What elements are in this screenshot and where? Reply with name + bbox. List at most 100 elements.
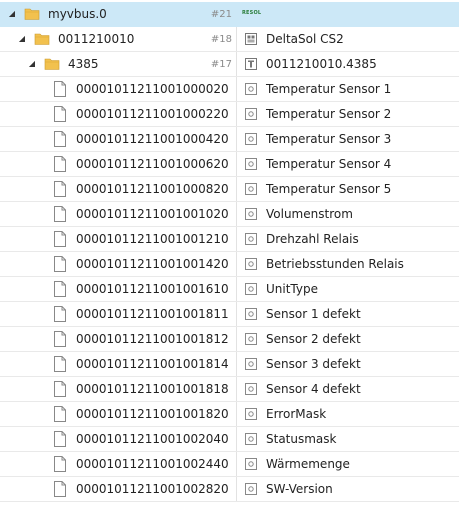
file-icon [54, 306, 66, 322]
state-label: Temperatur Sensor 2 [266, 107, 392, 121]
state-icon [245, 158, 257, 170]
column-divider [236, 352, 237, 376]
column-divider [236, 252, 237, 276]
tree-row-state[interactable]: 00001011211001000420 Temperatur Sensor 3 [0, 127, 459, 152]
tree-row-state[interactable]: 00001011211001001814 Sensor 3 defekt [0, 352, 459, 377]
column-divider [236, 327, 237, 351]
state-id: 00001011211001000020 [76, 82, 229, 96]
state-label: Wärmemenge [266, 457, 350, 471]
state-icon [245, 208, 257, 220]
file-icon [54, 256, 66, 272]
column-divider [236, 177, 237, 201]
tree-row-root[interactable]: ◢ myvbus.0 #21 RESOL [0, 2, 459, 27]
folder-icon [44, 58, 60, 70]
state-id: 00001011211001001020 [76, 207, 229, 221]
state-icon [245, 133, 257, 145]
triangle-down-icon[interactable]: ◢ [6, 7, 18, 21]
state-id: 00001011211001000220 [76, 107, 229, 121]
file-icon [54, 381, 66, 397]
tree-row-state[interactable]: 00001011211001001811 Sensor 1 defekt [0, 302, 459, 327]
file-icon [54, 181, 66, 197]
column-divider [236, 427, 237, 451]
channel-label: 0011210010.4385 [266, 57, 377, 71]
tree-row-state[interactable]: 00001011211001001420 Betriebsstunden Rel… [0, 252, 459, 277]
folder-icon [24, 8, 40, 20]
state-label: Sensor 4 defekt [266, 382, 361, 396]
column-divider [236, 302, 237, 326]
state-label: Temperatur Sensor 1 [266, 82, 392, 96]
state-label: Temperatur Sensor 4 [266, 157, 392, 171]
tree-row-state[interactable]: 00001011211001000820 Temperatur Sensor 5 [0, 177, 459, 202]
tree-row-state[interactable]: 00001011211001001210 Drehzahl Relais [0, 227, 459, 252]
tree-row-state[interactable]: 00001011211001000020 Temperatur Sensor 1 [0, 77, 459, 102]
tree-row-state[interactable]: 00001011211001002440 Wärmemenge [0, 452, 459, 477]
tree-row-state[interactable]: 00001011211001001020 Volumenstrom [0, 202, 459, 227]
state-label: Sensor 3 defekt [266, 357, 361, 371]
state-label: Volumenstrom [266, 207, 353, 221]
tree-row-state[interactable]: 00001011211001002040 Statusmask [0, 427, 459, 452]
state-id: 00001011211001001818 [76, 382, 229, 396]
state-icon [245, 233, 257, 245]
state-icon [245, 308, 257, 320]
file-icon [54, 456, 66, 472]
state-label: Betriebsstunden Relais [266, 257, 404, 271]
device-name: 0011210010 [58, 32, 135, 46]
state-icon [245, 358, 257, 370]
file-icon [54, 156, 66, 172]
file-icon [54, 231, 66, 247]
tree-row-channel[interactable]: ◢ 4385 #17 0011210010.4385 [0, 52, 459, 77]
device-count: #18 [210, 34, 232, 45]
state-icon [245, 408, 257, 420]
state-icon [245, 283, 257, 295]
tree-row-state[interactable]: 00001011211001000620 Temperatur Sensor 4 [0, 152, 459, 177]
column-divider [236, 477, 237, 501]
triangle-down-icon[interactable]: ◢ [16, 32, 28, 46]
state-label: UnitType [266, 282, 318, 296]
tree-row-state[interactable]: 00001011211001001812 Sensor 2 defekt [0, 327, 459, 352]
root-name: myvbus.0 [48, 7, 107, 21]
state-id: 00001011211001000820 [76, 182, 229, 196]
root-count: #21 [210, 9, 232, 20]
state-id: 00001011211001001812 [76, 332, 229, 346]
tree-row-state[interactable]: 00001011211001001818 Sensor 4 defekt [0, 377, 459, 402]
state-icon [245, 258, 257, 270]
state-icon [245, 83, 257, 95]
state-icon [245, 458, 257, 470]
file-icon [54, 206, 66, 222]
state-label: Sensor 2 defekt [266, 332, 361, 346]
state-icon [245, 483, 257, 495]
state-id: 00001011211001001814 [76, 357, 229, 371]
state-id: 00001011211001000620 [76, 157, 229, 171]
state-label: Temperatur Sensor 5 [266, 182, 392, 196]
channel-name: 4385 [68, 57, 99, 71]
state-id: 00001011211001001610 [76, 282, 229, 296]
state-id: 00001011211001002440 [76, 457, 229, 471]
state-icon [245, 183, 257, 195]
file-icon [54, 131, 66, 147]
state-icon [245, 433, 257, 445]
column-divider [236, 402, 237, 426]
file-icon [54, 106, 66, 122]
state-icon [245, 333, 257, 345]
state-id: 00001011211001000420 [76, 132, 229, 146]
file-icon [54, 481, 66, 497]
state-id: 00001011211001001420 [76, 257, 229, 271]
tree-row-device[interactable]: ◢ 0011210010 #18 DeltaSol CS2 [0, 27, 459, 52]
state-id: 00001011211001001210 [76, 232, 229, 246]
column-divider [236, 227, 237, 251]
file-icon [54, 406, 66, 422]
column-divider [236, 152, 237, 176]
tree-row-state[interactable]: 00001011211001001610 UnitType [0, 277, 459, 302]
triangle-down-icon[interactable]: ◢ [26, 57, 38, 71]
tree-row-state[interactable]: 00001011211001002820 SW-Version [0, 477, 459, 502]
resol-logo: RESOL [242, 10, 262, 16]
state-id: 00001011211001001820 [76, 407, 229, 421]
column-divider [236, 377, 237, 401]
column-divider [236, 452, 237, 476]
file-icon [54, 356, 66, 372]
tree-row-state[interactable]: 00001011211001001820 ErrorMask [0, 402, 459, 427]
channel-icon [245, 58, 257, 70]
tree-row-state[interactable]: 00001011211001000220 Temperatur Sensor 2 [0, 102, 459, 127]
object-tree: ◢ myvbus.0 #21 RESOL ◢ 0011210010 #18 De… [0, 2, 459, 505]
column-divider [236, 127, 237, 151]
